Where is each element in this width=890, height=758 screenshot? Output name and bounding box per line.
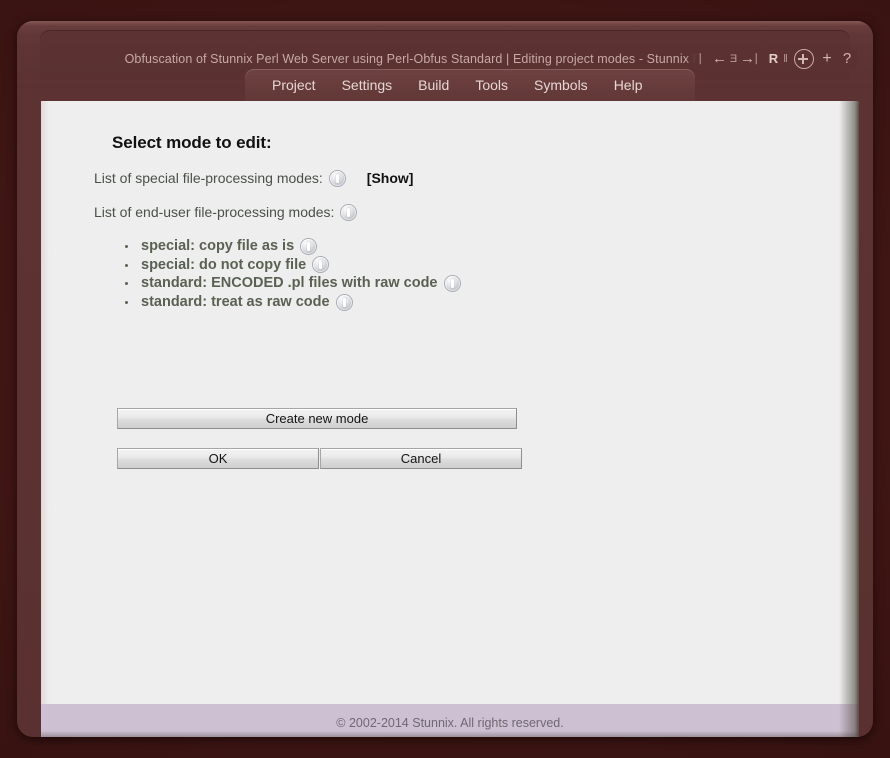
footer-bottom-edge-shadow: [41, 731, 859, 737]
list-item[interactable]: standard: ENCODED .pl files with raw cod…: [121, 274, 460, 293]
menu-item-tools[interactable]: Tools: [462, 73, 521, 97]
ok-button[interactable]: OK: [117, 448, 319, 469]
list-item[interactable]: special: copy file as is: [121, 237, 460, 256]
create-new-mode-button[interactable]: Create new mode: [117, 408, 517, 429]
desktop-backdrop: Obfuscation of Stunnix Perl Web Server u…: [0, 0, 890, 758]
mode-label[interactable]: special: copy file as is: [141, 237, 294, 256]
list-item[interactable]: special: do not copy file: [121, 256, 460, 275]
show-special-modes-link[interactable]: [Show]: [367, 170, 414, 186]
mode-label[interactable]: standard: ENCODED .pl files with raw cod…: [141, 274, 438, 293]
enduser-modes-row: List of end-user file-processing modes:: [94, 204, 357, 220]
mode-label[interactable]: special: do not copy file: [141, 256, 306, 275]
reader-mode-icon[interactable]: R: [767, 49, 780, 69]
info-icon[interactable]: [444, 275, 460, 291]
modes-list: special: copy file as is special: do not…: [121, 237, 460, 311]
back-arrow-icon[interactable]: ←: [711, 49, 728, 69]
cancel-button[interactable]: Cancel: [320, 448, 522, 469]
zoom-in-icon[interactable]: [794, 49, 814, 69]
bookmark-icon[interactable]: ⎸: [700, 49, 711, 69]
menu-item-project[interactable]: Project: [259, 73, 329, 97]
copyright-text: © 2002-2014 Stunnix. All rights reserved…: [336, 715, 564, 730]
info-icon[interactable]: [313, 257, 329, 273]
info-icon[interactable]: [329, 170, 345, 186]
info-icon[interactable]: [341, 204, 357, 220]
info-icon[interactable]: [336, 294, 352, 310]
footer-right-edge-shadow: [839, 704, 859, 737]
page-content-area: Select mode to edit: List of special fil…: [41, 101, 859, 721]
special-modes-label: List of special file-processing modes:: [94, 170, 323, 186]
reload-icon[interactable]: Ǝ: [728, 49, 739, 69]
stop-icon[interactable]: ⎸: [756, 49, 767, 69]
help-icon[interactable]: ?: [837, 49, 857, 69]
page-title: Select mode to edit:: [112, 133, 272, 152]
menu-bar: Project Settings Build Tools Symbols Hel…: [245, 69, 695, 101]
mode-label[interactable]: standard: treat as raw code: [141, 293, 330, 312]
info-icon[interactable]: [301, 238, 317, 254]
form-content: Select mode to edit: List of special fil…: [41, 101, 859, 681]
new-tab-icon[interactable]: +: [817, 49, 837, 69]
menu-item-help[interactable]: Help: [601, 73, 656, 97]
forward-arrow-icon[interactable]: →: [739, 49, 756, 69]
application-window: Obfuscation of Stunnix Perl Web Server u…: [17, 21, 873, 737]
footer-bar: © 2002-2014 Stunnix. All rights reserved…: [41, 704, 859, 737]
menu-item-build[interactable]: Build: [405, 73, 462, 97]
list-item[interactable]: standard: treat as raw code: [121, 293, 460, 312]
menu-item-symbols[interactable]: Symbols: [521, 73, 601, 97]
special-modes-row: List of special file-processing modes: […: [94, 170, 413, 186]
pause-icon[interactable]: ‖: [780, 49, 791, 69]
menu-item-settings[interactable]: Settings: [329, 73, 406, 97]
browser-chrome-icon-strip: ⎸ ← Ǝ → ⎸ R ‖ + ?: [686, 49, 857, 69]
enduser-modes-label: List of end-user file-processing modes:: [94, 204, 335, 220]
